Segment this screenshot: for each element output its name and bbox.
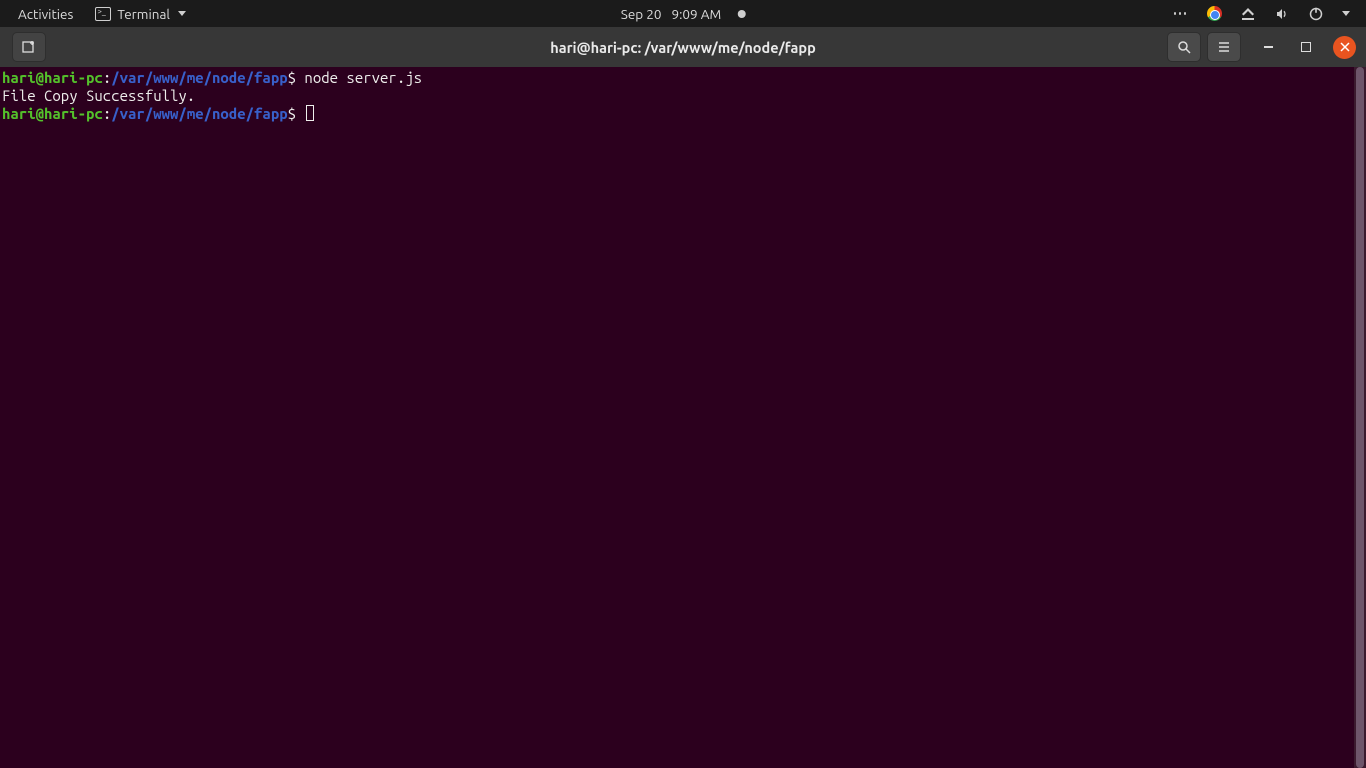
scrollbar-thumb[interactable] [1356,67,1364,768]
output-line: File Copy Successfully. [2,87,195,104]
app-menu-label: Terminal [117,6,170,22]
prompt-symbol: $ [288,105,296,122]
notification-dot-icon [737,10,745,18]
prompt-user-host: hari@hari-pc [2,69,103,86]
system-menu-chevron-icon[interactable] [1342,11,1350,16]
chrome-tray-icon[interactable] [1206,6,1222,22]
prompt-colon: : [103,69,111,86]
window-title: hari@hari-pc: /var/www/me/node/fapp [550,39,816,56]
prompt-user-host: hari@hari-pc [2,105,103,122]
more-apps-icon[interactable] [1172,6,1188,22]
hamburger-menu-button[interactable] [1207,32,1241,62]
chevron-down-icon [178,11,186,16]
terminal-cursor [306,105,314,121]
network-icon[interactable] [1240,6,1256,22]
power-icon[interactable] [1308,6,1324,22]
topbar-tray [1172,6,1366,22]
topbar-left: Activities Terminal [0,6,186,22]
prompt-path: /var/www/me/node/fapp [111,69,287,86]
prompt-symbol: $ [288,69,296,86]
topbar-clock[interactable]: Sep 20 9:09 AM [621,0,746,27]
terminal-scrollbar[interactable] [1354,67,1366,768]
terminal-content[interactable]: hari@hari-pc:/var/www/me/node/fapp$ node… [0,67,1354,768]
terminal-viewport: hari@hari-pc:/var/www/me/node/fapp$ node… [0,67,1366,768]
terminal-icon [95,7,111,21]
maximize-button[interactable] [1295,36,1317,58]
headerbar-right [1167,32,1360,62]
close-button[interactable] [1333,36,1356,59]
search-button[interactable] [1167,32,1201,62]
topbar-date: Sep 20 [621,6,662,22]
app-menu[interactable]: Terminal [95,6,186,22]
volume-icon[interactable] [1274,6,1290,22]
minimize-button[interactable] [1257,36,1279,58]
gnome-topbar: Activities Terminal Sep 20 9:09 AM [0,0,1366,27]
new-tab-button[interactable] [12,32,46,62]
prompt-path: /var/www/me/node/fapp [111,105,287,122]
activities-button[interactable]: Activities [18,6,73,22]
prompt-colon: : [103,105,111,122]
terminal-headerbar: hari@hari-pc: /var/www/me/node/fapp [0,27,1366,67]
command-text: node server.js [296,69,422,86]
topbar-time: 9:09 AM [671,6,721,22]
